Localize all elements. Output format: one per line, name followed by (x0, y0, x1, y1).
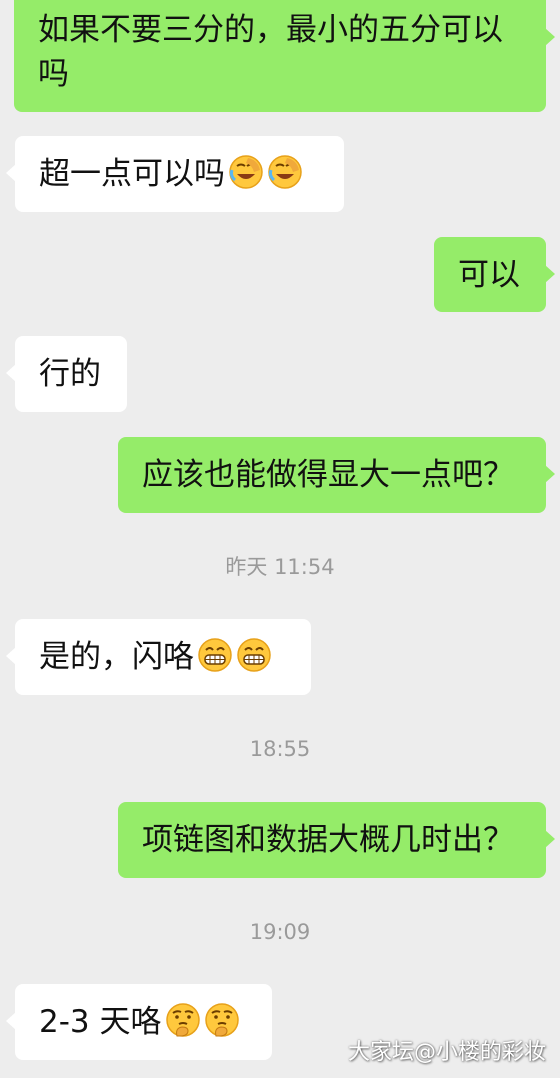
thinking-icon (204, 1003, 239, 1037)
message-text: 2-3 天咯 (39, 1004, 162, 1040)
message-received[interactable]: 行的 (6, 336, 127, 412)
message-sent[interactable]: 项链图和数据大概几时出？ (118, 802, 555, 878)
facepalm-laugh-icon (268, 155, 302, 189)
message-sent[interactable]: 可以 (434, 237, 555, 312)
message-received[interactable]: 是的，闪咯 (6, 619, 311, 695)
thinking-icon (165, 1003, 200, 1037)
chat-area[interactable]: 如果不要三分的，最小的五分可以吗 超一点可以吗 可以 行的 应该也能做得显大一点… (0, 0, 560, 1078)
message-sent[interactable]: 应该也能做得显大一点吧？ (118, 437, 555, 513)
facepalm-laugh-icon (229, 155, 263, 189)
timestamp: 18:55 (249, 737, 311, 761)
watermark: 大家坛@小楼的彩妆 (347, 1040, 546, 1065)
message-text: 超一点可以吗 (39, 156, 225, 192)
grin-icon (198, 638, 232, 672)
timestamp: 昨天 11:54 (225, 555, 335, 579)
message-text: 应该也能做得显大一点吧？ (142, 457, 514, 493)
message-text: 可以 (458, 257, 520, 293)
message-text: 如果不要三分的，最小的五分可以吗 (38, 12, 503, 92)
message-text: 行的 (39, 356, 101, 392)
grin-icon (237, 638, 271, 672)
timestamp: 19:09 (249, 920, 311, 944)
message-text: 是的，闪咯 (39, 639, 194, 675)
message-sent[interactable]: 如果不要三分的，最小的五分可以吗 (14, 0, 555, 112)
message-received[interactable]: 超一点可以吗 (6, 136, 344, 212)
message-received[interactable]: 2-3 天咯 (6, 984, 272, 1060)
message-text: 项链图和数据大概几时出？ (142, 822, 514, 858)
